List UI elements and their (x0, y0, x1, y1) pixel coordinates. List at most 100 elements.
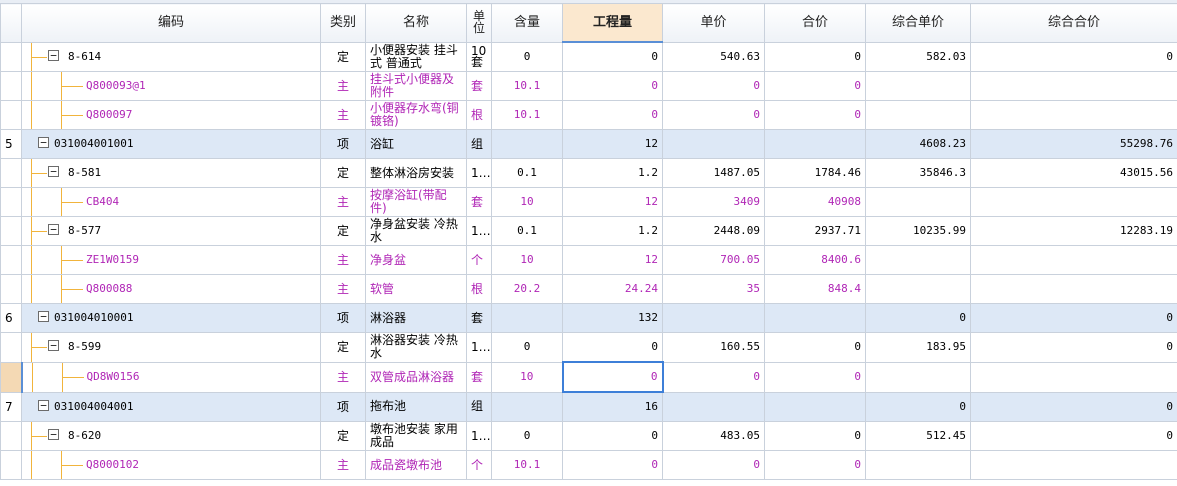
category-cell[interactable]: 项 (320, 391, 366, 422)
name-cell[interactable]: 淋浴器安装 冷热水 (365, 332, 467, 363)
header-unit[interactable]: 单 位 (466, 3, 492, 43)
total-price-cell[interactable]: 0 (764, 421, 866, 451)
name-cell[interactable]: 按摩浴缸(带配件) (365, 187, 467, 217)
unit-cell[interactable]: 套 (466, 361, 492, 393)
total-price-cell[interactable]: 40908 (764, 187, 866, 217)
header-index[interactable] (0, 3, 22, 43)
code-cell[interactable]: Q800093@1 (21, 71, 321, 101)
unit-price-cell[interactable]: 2448.09 (662, 216, 765, 246)
code-cell[interactable]: −031004010001 (21, 303, 321, 333)
material-row[interactable]: Q800097 主小便器存水弯(铜镀铬) 根 10.1 0 0 0 (0, 100, 1177, 130)
unit-cell[interactable]: 根 (466, 274, 492, 304)
row-index[interactable] (0, 450, 22, 480)
category-cell[interactable]: 主 (320, 71, 366, 101)
code-cell[interactable]: −031004004001 (21, 391, 321, 422)
code-cell[interactable]: −8-599 (21, 332, 321, 363)
comp-total-price-cell[interactable] (970, 187, 1177, 217)
quantity-cell[interactable]: 0 (561, 361, 664, 393)
content-cell[interactable]: 0.1 (491, 158, 563, 188)
comp-unit-price-cell[interactable]: 0 (865, 303, 971, 333)
quota-row[interactable]: −8-620 定墩布池安装 家用成品 1… 0 0 483.05 0 512.45 0 (0, 421, 1177, 451)
collapse-toggle-icon[interactable]: − (38, 311, 49, 322)
collapse-toggle-icon[interactable]: − (48, 49, 59, 61)
quantity-cell[interactable]: 12 (562, 129, 663, 159)
row-index[interactable] (0, 421, 22, 451)
name-cell[interactable]: 浴缸 (365, 129, 467, 159)
name-cell[interactable]: 淋浴器 (365, 303, 467, 333)
quantity-cell[interactable]: 0 (562, 421, 663, 451)
list-item-row[interactable]: 6−031004010001 项淋浴器套 132 0 0 (0, 303, 1177, 333)
name-cell[interactable]: 净身盆安装 冷热水 (365, 216, 467, 246)
unit-price-cell[interactable]: 0 (662, 361, 765, 393)
name-cell[interactable]: 整体淋浴房安装 (365, 158, 467, 188)
code-cell[interactable]: −031004001001 (21, 129, 321, 159)
quantity-cell[interactable]: 16 (562, 391, 663, 422)
quantity-cell[interactable]: 12 (562, 187, 663, 217)
row-index[interactable] (0, 361, 23, 393)
comp-total-price-cell[interactable]: 43015.56 (970, 158, 1177, 188)
total-price-cell[interactable]: 0 (764, 450, 866, 480)
category-cell[interactable]: 定 (320, 216, 366, 246)
comp-total-price-cell[interactable]: 0 (970, 332, 1177, 363)
comp-total-price-cell[interactable]: 55298.76 (970, 129, 1177, 159)
category-cell[interactable]: 定 (320, 421, 366, 451)
comp-unit-price-cell[interactable]: 512.45 (865, 421, 971, 451)
content-cell[interactable]: 10.1 (491, 100, 563, 130)
total-price-cell[interactable] (764, 129, 866, 159)
unit-cell[interactable]: 套 (466, 187, 492, 217)
quota-row[interactable]: −8-599 定淋浴器安装 冷热水 1… 0 0 160.55 0 183.95 0 (0, 332, 1177, 363)
material-row[interactable]: Q8000102 主成品瓷墩布池个 10.1 0 0 0 (0, 450, 1177, 480)
name-cell[interactable]: 双管成品淋浴器 (365, 361, 467, 393)
unit-cell[interactable]: 套 (466, 71, 492, 101)
row-index[interactable] (0, 245, 22, 275)
unit-cell[interactable]: 1… (466, 216, 492, 246)
row-index[interactable] (0, 71, 22, 101)
code-cell[interactable]: Q8000102 (21, 450, 321, 480)
comp-unit-price-cell[interactable]: 4608.23 (865, 129, 971, 159)
quota-row[interactable]: −8-577 定净身盆安装 冷热水 1… 0.1 1.2 2448.09 2937.71 10… (0, 216, 1177, 246)
row-index[interactable] (0, 187, 22, 217)
name-cell[interactable]: 小便器安装 挂斗式 普通式 (365, 41, 467, 72)
collapse-toggle-icon[interactable]: − (48, 166, 59, 177)
material-row[interactable]: ZE1W0159 主净身盆个 10 12 700.05 8400.6 (0, 245, 1177, 275)
content-cell[interactable]: 0 (491, 41, 563, 72)
list-item-row[interactable]: 7−031004004001 项拖布池组 16 0 0 (0, 391, 1177, 422)
code-cell[interactable]: Q800088 (21, 274, 321, 304)
name-cell[interactable]: 拖布池 (365, 391, 467, 422)
header-quantity[interactable]: 工程量 (562, 3, 663, 43)
header-comp-unit-price[interactable]: 综合单价 (865, 3, 971, 43)
unit-price-cell[interactable]: 160.55 (662, 332, 765, 363)
collapse-toggle-icon[interactable]: − (48, 340, 59, 351)
unit-price-cell[interactable]: 0 (662, 450, 765, 480)
quantity-cell[interactable]: 0 (562, 450, 663, 480)
content-cell[interactable]: 0 (491, 421, 563, 451)
name-cell[interactable]: 挂斗式小便器及附件 (365, 71, 467, 101)
quantity-cell[interactable]: 12 (562, 245, 663, 275)
category-cell[interactable]: 主 (320, 187, 366, 217)
quantity-cell[interactable]: 0 (562, 71, 663, 101)
unit-price-cell[interactable]: 0 (662, 71, 765, 101)
quantity-cell[interactable]: 0 (562, 100, 663, 130)
quantity-cell[interactable]: 1.2 (562, 216, 663, 246)
material-row[interactable]: CB404 主按摩浴缸(带配件) 套 10 12 3409 40908 (0, 187, 1177, 217)
category-cell[interactable]: 定 (320, 332, 366, 363)
comp-total-price-cell[interactable] (970, 450, 1177, 480)
collapse-toggle-icon[interactable]: − (38, 399, 49, 411)
quantity-cell[interactable]: 0 (562, 41, 663, 72)
unit-cell[interactable]: 套 (466, 303, 492, 333)
comp-total-price-cell[interactable] (970, 100, 1177, 130)
code-cell[interactable]: CB404 (21, 187, 321, 217)
code-cell[interactable]: ZE1W0159 (21, 245, 321, 275)
total-price-cell[interactable] (764, 303, 866, 333)
quantity-cell[interactable]: 24.24 (562, 274, 663, 304)
content-cell[interactable]: 10.1 (491, 71, 563, 101)
unit-price-cell[interactable]: 540.63 (662, 41, 765, 72)
unit-price-cell[interactable] (662, 391, 765, 422)
category-cell[interactable]: 项 (320, 129, 366, 159)
total-price-cell[interactable]: 848.4 (764, 274, 866, 304)
quantity-cell[interactable]: 1.2 (562, 158, 663, 188)
content-cell[interactable] (491, 391, 563, 422)
unit-cell[interactable]: 个 (466, 245, 492, 275)
header-code[interactable]: 编码 (21, 3, 321, 43)
row-index[interactable] (0, 216, 22, 246)
